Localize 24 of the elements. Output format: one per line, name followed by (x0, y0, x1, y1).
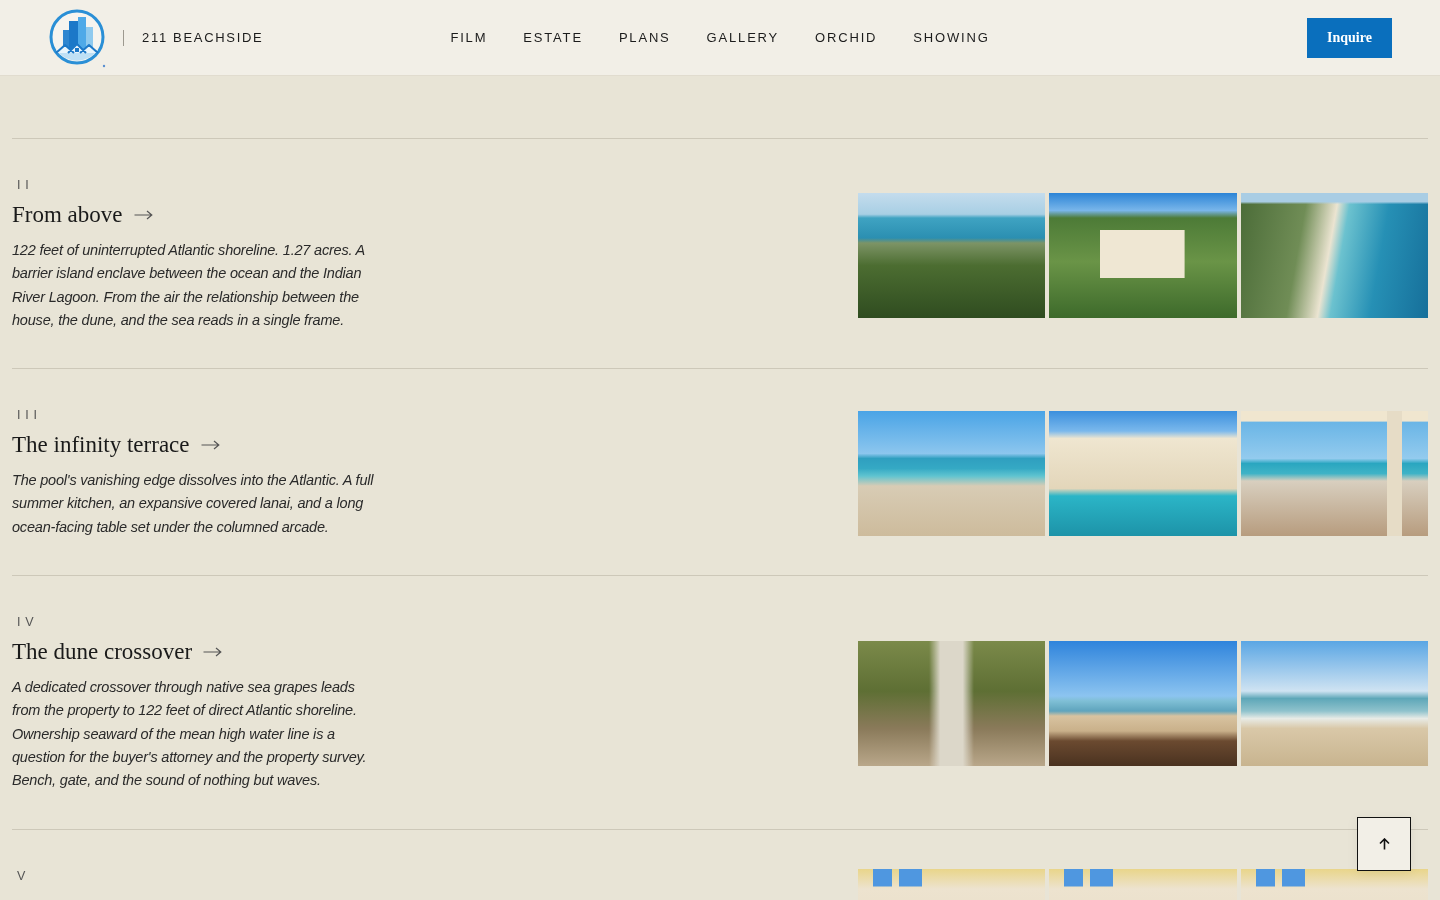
section-description: 122 feet of uninterrupted Atlantic shoreline. 1.27 acres. A barrier island enclave between the ocean and the Indian River Lagoon. From the air the relationship between the house, the dune, and the sea reads in a single frame. (12, 241, 366, 330)
section-link[interactable]: The dune crossover (12, 637, 223, 668)
nav-link[interactable]: SHOWING (913, 30, 990, 45)
back-to-top-button[interactable] (1357, 817, 1411, 871)
section-number: IV (16, 615, 39, 630)
nav-link[interactable]: PLANS (618, 30, 671, 45)
arrow-right-icon (203, 647, 223, 658)
site-name: 211 BEACHSIDE (142, 30, 264, 45)
arrow-right-icon (200, 440, 220, 451)
section-link[interactable]: The infinity terrace (12, 430, 220, 461)
section-number: III (16, 408, 42, 423)
arrow-right-icon (133, 210, 153, 220)
section-description: The pool's vanishing edge dissolves into the Atlantic. A full summer kitchen, an expansive covered lanai, and a long ocean-facing table set under the columned arcade. (12, 471, 375, 537)
section-number: II (16, 178, 34, 192)
nav-link[interactable]: ORCHID (815, 30, 878, 45)
nav-link[interactable]: GALLERY (706, 30, 780, 45)
inquire-button[interactable]: Inquire (1307, 17, 1392, 58)
nav-link[interactable]: FILM (450, 30, 488, 45)
building-logo-icon[interactable] (48, 7, 106, 68)
nav-link[interactable]: ESTATE (523, 30, 583, 45)
arrow-up-icon (1378, 838, 1390, 850)
section-number: V (16, 868, 31, 883)
section-link[interactable]: From above (12, 200, 153, 230)
section-description: A dedicated crossover through native sea grapes leads from the property to 122 feet of direct Atlantic shoreline. Ownership seaward of the mean high water line is a question for the buyer's attorney and the property survey. Bench, gate, and the sound of nothing but waves. (12, 678, 368, 791)
